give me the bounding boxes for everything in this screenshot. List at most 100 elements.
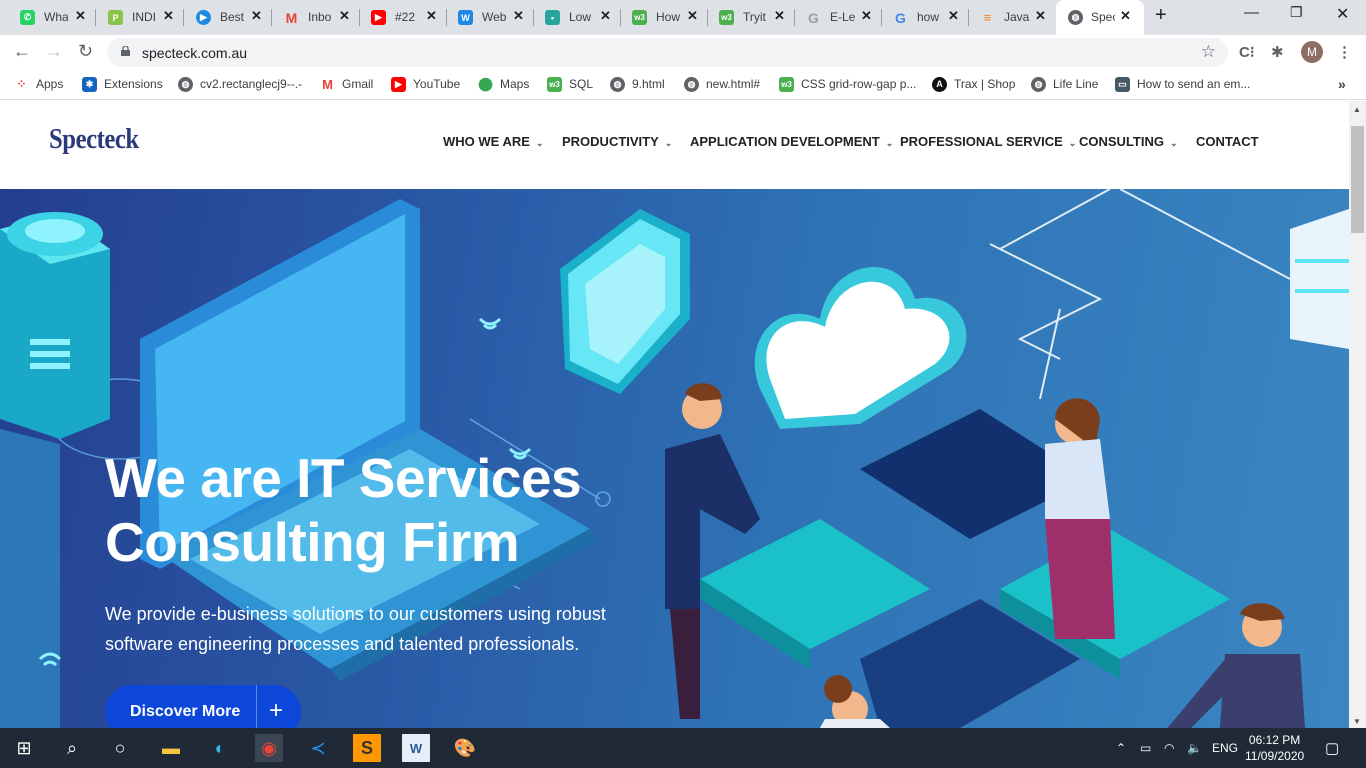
file-explorer-icon[interactable]: ▬ bbox=[157, 734, 185, 762]
edge-icon[interactable]: ◐ bbox=[206, 734, 234, 762]
paint-icon[interactable]: 🎨 bbox=[451, 734, 479, 762]
vscode-icon[interactable]: ≺ bbox=[304, 734, 332, 762]
sublime-text-icon[interactable]: S bbox=[353, 734, 381, 762]
extension-c-icon[interactable]: C⁝ bbox=[1239, 43, 1255, 61]
bookmark-maps[interactable]: ⬤ Maps bbox=[478, 76, 529, 92]
chrome-icon[interactable]: ◉ bbox=[255, 734, 283, 762]
web-page: Specteck WHO WE ARE ⌄ PRODUCTIVITY ⌄ APPLI… bbox=[0, 101, 1349, 728]
man-left-graphic bbox=[665, 383, 760, 719]
nav-professional-service[interactable]: PROFESSIONAL SERVICE ⌄ bbox=[900, 134, 1076, 149]
profile-avatar[interactable]: M bbox=[1301, 41, 1323, 63]
browser-tab[interactable]: ≡ Java ✕ bbox=[960, 0, 1056, 34]
browser-tab[interactable]: Ghow ✕ bbox=[873, 0, 969, 34]
browser-tab[interactable]: ▶ Best ✕ bbox=[176, 0, 272, 34]
bookmark-trax-shop[interactable]: A Trax | Shop bbox=[932, 76, 1015, 92]
browser-tab[interactable]: W Web ✕ bbox=[438, 0, 534, 34]
discover-more-button[interactable]: Discover More + bbox=[105, 685, 301, 728]
extensions-puzzle-icon[interactable]: ✱ bbox=[1271, 43, 1284, 61]
close-tab-icon[interactable]: ✕ bbox=[1120, 8, 1131, 24]
close-tab-icon[interactable]: ✕ bbox=[339, 8, 350, 24]
nav-application-development[interactable]: APPLICATION DEVELOPMENT ⌄ bbox=[690, 134, 893, 149]
tray-chevron-up-icon[interactable]: ⌃ bbox=[1116, 741, 1126, 755]
notification-icon[interactable]: ▢ bbox=[1325, 739, 1339, 757]
bookmark-sql[interactable]: w3 SQL bbox=[547, 76, 593, 92]
browser-tab[interactable]: M Inbo ✕ bbox=[264, 0, 360, 34]
wifi-icon[interactable]: ◠ bbox=[1164, 741, 1174, 755]
close-tab-icon[interactable]: ✕ bbox=[948, 8, 959, 24]
forward-button[interactable]: → bbox=[45, 41, 63, 62]
close-tab-icon[interactable]: ✕ bbox=[163, 8, 174, 24]
close-tab-icon[interactable]: ✕ bbox=[687, 8, 698, 24]
back-button[interactable]: ← bbox=[13, 41, 31, 62]
bookmark-star-icon[interactable]: ☆ bbox=[1201, 42, 1216, 62]
browser-tab[interactable]: P INDI ✕ bbox=[88, 0, 184, 34]
reload-button[interactable]: ↻ bbox=[78, 41, 93, 62]
maximize-button[interactable]: ❐ bbox=[1290, 4, 1303, 21]
nav-productivity[interactable]: PRODUCTIVITY ⌄ bbox=[562, 134, 672, 149]
p-icon: P bbox=[108, 10, 123, 25]
url-text: specteck.com.au bbox=[142, 45, 248, 61]
volume-icon[interactable]: 🔈 bbox=[1187, 741, 1202, 755]
play-icon: ▶ bbox=[196, 10, 211, 25]
globe-icon: ◍ bbox=[1068, 10, 1083, 25]
close-tab-icon[interactable]: ✕ bbox=[426, 8, 437, 24]
globe-icon: ◍ bbox=[610, 76, 625, 92]
battery-icon[interactable]: ▭ bbox=[1140, 741, 1151, 755]
nav-who-we-are[interactable]: WHO WE ARE ⌄ bbox=[443, 134, 543, 149]
browser-tab[interactable]: ▶ #22 ✕ bbox=[351, 0, 447, 34]
search-icon[interactable]: ⌕ bbox=[58, 734, 86, 762]
page-scrollbar[interactable]: ▲ ▼ bbox=[1349, 101, 1366, 728]
server-right-graphic bbox=[1290, 209, 1349, 349]
clock[interactable]: 06:12 PM 11/09/2020 bbox=[1245, 732, 1304, 764]
bookmark-life-line[interactable]: ◍ Life Line bbox=[1031, 76, 1098, 92]
address-bar[interactable]: specteck.com.au ☆ bbox=[107, 38, 1228, 67]
browser-tab[interactable]: G E-Le ✕ bbox=[786, 0, 882, 34]
windows-start-icon[interactable]: ⊞ bbox=[10, 734, 38, 762]
close-tab-icon[interactable]: ✕ bbox=[251, 8, 262, 24]
bookmark-apps[interactable]: ⁘ Apps bbox=[14, 76, 63, 92]
browser-tab[interactable]: ▪ Low ✕ bbox=[525, 0, 621, 34]
close-tab-icon[interactable]: ✕ bbox=[75, 8, 86, 24]
bookmark-cv2[interactable]: ◍ cv2.rectanglecj9--.- bbox=[178, 76, 302, 92]
browser-tab-active[interactable]: ◍ Spec ✕ bbox=[1056, 0, 1144, 35]
minimize-button[interactable]: — bbox=[1244, 4, 1259, 21]
new-tab-button[interactable]: + bbox=[1155, 4, 1167, 27]
close-tab-icon[interactable]: ✕ bbox=[1035, 8, 1046, 24]
site-logo[interactable]: Specteck bbox=[49, 123, 139, 156]
nav-consulting[interactable]: CONSULTING ⌄ bbox=[1079, 134, 1178, 149]
w3-icon: w3 bbox=[632, 10, 647, 25]
bookmark-send-email[interactable]: ▭ How to send an em... bbox=[1115, 76, 1250, 92]
bookmark-youtube[interactable]: ▶ YouTube bbox=[391, 76, 460, 92]
gmail-icon: M bbox=[285, 9, 298, 26]
chevron-down-icon: ⌄ bbox=[664, 138, 673, 148]
browser-tab[interactable]: ✆ Wha ✕ bbox=[0, 0, 96, 34]
close-tab-icon[interactable]: ✕ bbox=[600, 8, 611, 24]
browser-tab[interactable]: w3 Tryit ✕ bbox=[699, 0, 795, 34]
tab-title: E-Le bbox=[830, 10, 856, 24]
word-icon[interactable]: W bbox=[402, 734, 430, 762]
task-view-icon[interactable]: ○ bbox=[106, 734, 134, 762]
nav-contact[interactable]: CONTACT bbox=[1196, 134, 1259, 149]
bookmark-extensions[interactable]: ✱ Extensions bbox=[82, 76, 163, 92]
scroll-up-arrow-icon[interactable]: ▲ bbox=[1353, 105, 1361, 114]
scrollbar-thumb[interactable] bbox=[1351, 126, 1364, 233]
bookmark-newhtml[interactable]: ◍ new.html# bbox=[684, 76, 760, 92]
scroll-down-arrow-icon[interactable]: ▼ bbox=[1353, 717, 1361, 726]
bookmarks-overflow-icon[interactable]: » bbox=[1338, 76, 1346, 92]
browser-toolbar: ← → ↻ specteck.com.au ☆ C⁝ ✱ M ⋮ bbox=[0, 35, 1366, 69]
bookmark-9html[interactable]: ◍ 9.html bbox=[610, 76, 665, 92]
bookmark-gmail[interactable]: M Gmail bbox=[320, 76, 373, 92]
w3-icon: w3 bbox=[547, 76, 562, 92]
close-tab-icon[interactable]: ✕ bbox=[774, 8, 785, 24]
tab-title: how bbox=[917, 10, 940, 24]
close-window-button[interactable]: ✕ bbox=[1336, 4, 1349, 24]
close-tab-icon[interactable]: ✕ bbox=[513, 8, 524, 24]
menu-kebab-icon[interactable]: ⋮ bbox=[1337, 43, 1352, 61]
language-indicator[interactable]: ENG bbox=[1212, 741, 1238, 755]
globe-icon: ◍ bbox=[178, 76, 193, 92]
laptop-icon: ▭ bbox=[1115, 76, 1130, 92]
close-tab-icon[interactable]: ✕ bbox=[861, 8, 872, 24]
maps-pin-icon: ⬤ bbox=[478, 76, 493, 91]
browser-tab[interactable]: w3 How ✕ bbox=[612, 0, 708, 34]
bookmark-css-grid[interactable]: w3 CSS grid-row-gap p... bbox=[779, 76, 916, 92]
